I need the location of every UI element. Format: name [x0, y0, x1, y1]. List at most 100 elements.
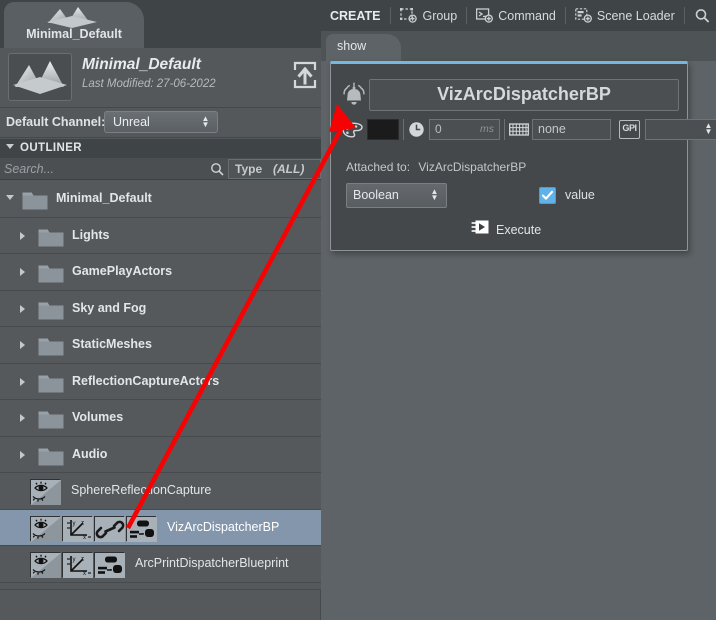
- default-channel-label: Default Channel:: [6, 115, 106, 129]
- outliner-header: OUTLINER: [0, 139, 321, 158]
- scene-outliner-panel: Minimal_Default Minimal_Default Last Mod…: [0, 0, 321, 620]
- gpi-icon[interactable]: GPI: [619, 120, 640, 139]
- upload-icon[interactable]: [293, 61, 317, 89]
- command-add-icon: [476, 8, 494, 23]
- outliner-row-label: Volumes: [72, 410, 124, 424]
- outliner-row-label: VizArcDispatcherBP: [167, 519, 280, 534]
- delay-input[interactable]: 0 ms: [429, 119, 500, 140]
- folder-icon: [38, 447, 64, 466]
- caret-right-icon[interactable]: [20, 304, 25, 313]
- outliner-row-label: Minimal_Default: [56, 191, 152, 205]
- caret-right-icon[interactable]: [20, 450, 25, 459]
- chevron-updown-icon: ▲ ▼: [430, 187, 439, 202]
- blueprint-icon[interactable]: [94, 552, 125, 578]
- clock-icon: [408, 121, 425, 138]
- palette-icon[interactable]: [342, 122, 364, 138]
- shortcut-value: none: [538, 122, 566, 136]
- actor-icon-group: yz x: [30, 552, 125, 578]
- outliner-row-label: ArcPrintDispatcherBlueprint: [135, 556, 289, 570]
- gpi-icon-label: GPI: [622, 123, 637, 133]
- caret-right-icon[interactable]: [20, 414, 25, 422]
- outliner-row-minimal-default[interactable]: Minimal_Default: [0, 181, 321, 218]
- folder-icon: [38, 374, 64, 393]
- toolbar-button-search[interactable]: Search: [685, 8, 716, 23]
- search-icon[interactable]: [210, 162, 224, 176]
- show-editor-panel: CREATE Group Command Scene Loader Search sho…: [321, 0, 716, 620]
- dispatcher-name-field[interactable]: VizArcDispatcherBP: [369, 79, 679, 111]
- param-separator-2: [504, 119, 505, 140]
- toolbar-button-label: Scene Loader: [596, 8, 675, 23]
- search-icon: [694, 8, 711, 23]
- shortcut-input[interactable]: none: [532, 119, 611, 140]
- group-add-icon: [400, 8, 418, 23]
- caret-down-icon[interactable]: [6, 144, 14, 149]
- outliner-row-staticmeshes[interactable]: StaticMeshes: [0, 327, 321, 364]
- default-channel-select[interactable]: Unreal ▲ ▼: [104, 111, 218, 133]
- caret-down-icon[interactable]: [6, 195, 14, 200]
- outliner-tree: Minimal_Default Lights GamePlayActors Sky a…: [0, 181, 321, 589]
- folder-icon: [38, 228, 64, 247]
- svg-text:z: z: [81, 520, 84, 526]
- outliner-search-row: Type (ALL): [0, 158, 321, 180]
- value-checkbox[interactable]: [539, 187, 556, 204]
- create-toolbar: CREATE Group Command Scene Loader Search: [321, 0, 716, 31]
- outliner-title: OUTLINER: [20, 142, 82, 154]
- attached-to-value: VizArcDispatcherBP: [418, 160, 527, 174]
- svg-text:z: z: [81, 557, 84, 563]
- type-select[interactable]: Boolean ▲ ▼: [346, 183, 447, 208]
- outliner-row-lights[interactable]: Lights: [0, 218, 321, 254]
- dispatcher-param-row: 0 ms none GPI ▲ ▼: [342, 118, 716, 141]
- outliner-row-reflectioncaptureactors[interactable]: ReflectionCaptureActors: [0, 364, 321, 400]
- actor-icon-group: yz x: [30, 515, 157, 542]
- scene-loader-add-icon: [575, 8, 592, 23]
- caret-right-icon[interactable]: [20, 268, 25, 276]
- outliner-row-label: ReflectionCaptureActors: [72, 373, 220, 388]
- toolbar-button-group[interactable]: Group: [391, 8, 466, 23]
- actor-icon-group: [30, 479, 61, 505]
- delay-unit: ms: [480, 123, 494, 135]
- outliner-row-sky-and-fog[interactable]: Sky and Fog: [0, 291, 321, 327]
- outliner-row-volumes[interactable]: Volumes: [0, 400, 321, 437]
- create-toolbar-items: CREATE Group Command Scene Loader Search: [321, 0, 716, 31]
- axis-transform-icon[interactable]: yz x: [62, 552, 93, 578]
- axis-transform-icon[interactable]: yz x: [62, 515, 93, 542]
- delay-value: 0: [435, 122, 442, 136]
- folder-icon: [38, 337, 64, 356]
- toolbar-button-scene-loader[interactable]: Scene Loader: [566, 8, 684, 23]
- chain-link-icon[interactable]: [94, 515, 125, 542]
- caret-right-icon[interactable]: [20, 341, 25, 349]
- outliner-row-spherereflectioncapture[interactable]: SphereReflectionCapture: [0, 473, 321, 510]
- outliner-row-vizarcdispatcherbp[interactable]: y z x VizArcDispatcherBP: [0, 509, 321, 546]
- svg-text:y: y: [73, 557, 76, 563]
- blueprint-icon[interactable]: [126, 515, 157, 542]
- color-swatch[interactable]: [367, 119, 399, 140]
- gpi-select[interactable]: ▲ ▼: [645, 119, 716, 140]
- caret-right-icon[interactable]: [20, 377, 25, 386]
- keyboard-icon: [509, 122, 529, 137]
- scene-tab-label: Minimal_Default: [26, 27, 122, 41]
- folder-icon: [22, 191, 48, 210]
- attached-to-line: Attached to: VizArcDispatcherBP: [346, 160, 526, 174]
- bell-ringing-icon[interactable]: [340, 82, 368, 108]
- outliner-row-arcprintdispatcherblueprint[interactable]: y z x ArcPrintDispatcherBlueprint: [0, 546, 321, 583]
- type-filter-dropdown[interactable]: Type (ALL): [228, 159, 321, 179]
- toolbar-button-command[interactable]: Command: [467, 8, 565, 23]
- search-input[interactable]: [0, 158, 208, 180]
- outliner-row-label: StaticMeshes: [72, 337, 152, 351]
- attached-to-label: Attached to:: [346, 160, 411, 174]
- visibility-icon[interactable]: [30, 552, 61, 578]
- outliner-row-gameplayactors[interactable]: GamePlayActors: [0, 254, 321, 291]
- scene-tab[interactable]: Minimal_Default: [4, 2, 144, 48]
- tab-show-label: show: [337, 39, 367, 53]
- tab-show[interactable]: show: [326, 34, 401, 61]
- visibility-icon[interactable]: [30, 479, 61, 505]
- outliner-row-label: SphereReflectionCapture: [71, 483, 212, 497]
- outliner-row-audio[interactable]: Audio: [0, 437, 321, 473]
- caret-right-icon[interactable]: [20, 231, 25, 240]
- chevron-updown-icon: ▲ ▼: [201, 114, 210, 129]
- param-separator-1: [403, 119, 404, 140]
- scene-last-modified: Last Modified: 27-06-2022: [82, 78, 216, 90]
- outliner-row-label: Audio: [72, 446, 108, 461]
- visibility-icon[interactable]: [30, 515, 61, 542]
- execute-button[interactable]: Execute: [471, 219, 541, 240]
